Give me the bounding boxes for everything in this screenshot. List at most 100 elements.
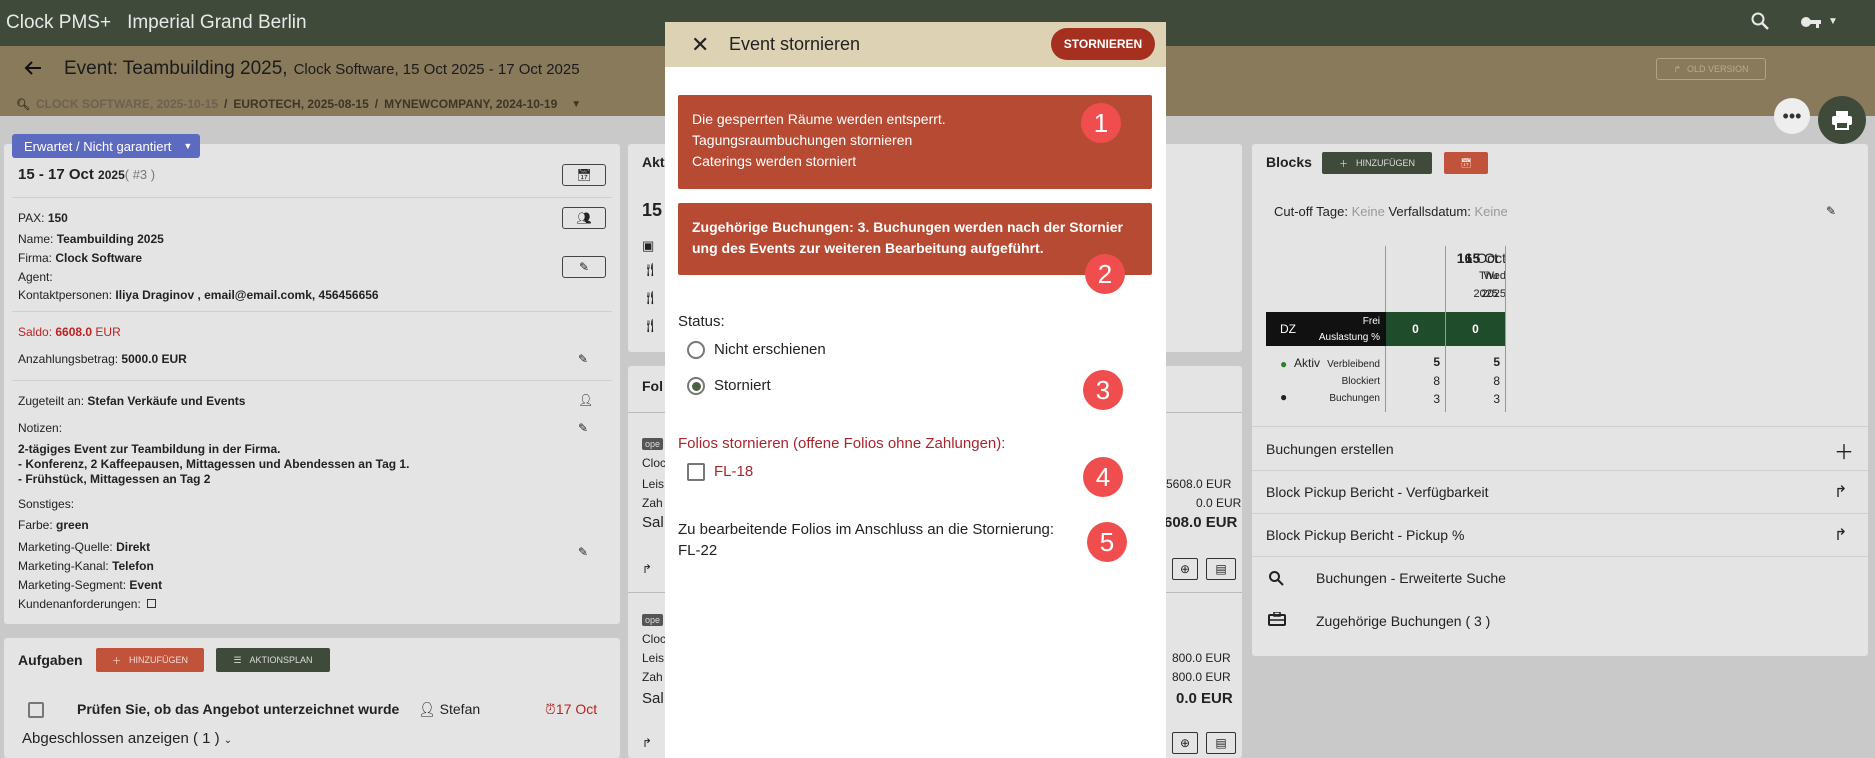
chevron-down-icon: ⌄ (223, 735, 233, 746)
step-badge: 5 (1087, 522, 1127, 562)
back-arrow-icon[interactable] (24, 56, 54, 82)
related-bookings-link[interactable]: Zugehörige Buchungen ( 3 ) (1316, 613, 1490, 629)
step-badge: 4 (1083, 457, 1123, 497)
add-circle-button[interactable]: ⊕ (1172, 732, 1198, 754)
folio-value: 0.0 EUR (1196, 496, 1242, 510)
app-name[interactable]: Clock PMS+ (6, 12, 111, 34)
action-plan-button[interactable]: ☰ AKTIONSPLAN (216, 648, 330, 672)
folio-value: 5608.0 EUR (1166, 477, 1232, 491)
print-icon (1832, 111, 1852, 130)
task-checkbox[interactable] (28, 702, 44, 718)
marketing-segment-row: Marketing-Segment: Event (18, 578, 163, 592)
day-header-2: 16 Oct Thu 2025 (1456, 250, 1498, 300)
checkbox[interactable] (147, 599, 157, 608)
person-icon: 👤︎ (418, 701, 436, 717)
calendar-button[interactable]: 📅︎ (1444, 152, 1488, 174)
pencil-icon[interactable]: ✎ (578, 421, 588, 435)
people-button[interactable]: 👥︎ (562, 207, 606, 229)
step-badge: 2 (1085, 254, 1125, 294)
more-options-button[interactable]: ••• (1774, 98, 1810, 134)
folios-after-label: Zu bearbeitende Folios im Anschluss an d… (678, 521, 1055, 538)
close-icon[interactable]: ✕ (691, 32, 721, 58)
step-badge: 1 (1081, 103, 1121, 143)
firm-row: Firma: Clock Software (18, 251, 143, 265)
contact-row: Kontaktpersonen: Iliya Draginov , email@… (18, 288, 379, 302)
dropdown-arrow-icon[interactable]: ▼ (571, 99, 581, 110)
marketing-channel-row: Marketing-Kanal: Telefon (18, 559, 154, 573)
event-dates: 15 - 17 Oct 2025( #3 ) (18, 166, 156, 183)
availability-cell[interactable]: 0 (1446, 312, 1505, 346)
folio-status-tag: ope (642, 614, 664, 626)
share-icon[interactable]: ↱ (642, 736, 652, 750)
add-circle-button[interactable]: ⊕ (1172, 558, 1198, 580)
folio-client: Cloc (642, 456, 667, 470)
cancel-event-button[interactable]: STORNIEREN (1051, 28, 1155, 60)
share-icon[interactable]: ↱ (1834, 482, 1847, 502)
cancellation-info-alert: Die gesperrten Räume werden entsperrt. T… (678, 95, 1152, 189)
search-icon (1268, 570, 1284, 589)
remaining-value: 5 (1493, 355, 1500, 369)
blocked-value: 8 (1433, 374, 1440, 388)
cutlery-icon: 🍴︎ (642, 290, 659, 305)
tasks-title: Aufgaben (18, 652, 83, 668)
chevron-down-icon: ▼ (183, 141, 193, 151)
alarm-icon: ⏰︎ (545, 701, 556, 717)
radio-cancelled[interactable] (687, 377, 705, 395)
share-icon[interactable]: ↱ (642, 562, 652, 576)
plus-icon[interactable]: ＋ (1834, 436, 1854, 465)
people-icon: 👥︎ (576, 211, 592, 225)
calendar-icon: 📅︎ (576, 168, 592, 182)
notes-label: Notizen: (18, 421, 63, 435)
breadcrumb-item[interactable]: CLOCK SOFTWARE, 2025-10-15 (36, 97, 218, 111)
color-row: Farbe: green (18, 518, 89, 532)
person-icon[interactable]: 👤︎ (578, 393, 593, 407)
share-icon[interactable]: ↱ (1834, 525, 1847, 545)
advanced-search-link[interactable]: Buchungen - Erweiterte Suche (1316, 570, 1506, 586)
dialog-title: Event stornieren (729, 34, 861, 54)
availability-cell[interactable]: 0 (1386, 312, 1445, 346)
add-task-button[interactable]: ＋ HINZUFÜGEN (96, 648, 204, 672)
blocked-value: 8 (1493, 374, 1500, 388)
create-bookings-link[interactable]: Buchungen erstellen (1266, 441, 1394, 457)
contact-icon: ▣ (642, 238, 655, 253)
folio-checkbox[interactable] (687, 463, 705, 481)
related-bookings-alert: Zugehörige Buchungen: 3. Buchungen werde… (678, 203, 1152, 275)
key-icon[interactable] (1800, 12, 1822, 37)
pencil-icon[interactable]: ✎ (578, 545, 588, 559)
pickup-availability-link[interactable]: Block Pickup Bericht - Verfügbarkeit (1266, 484, 1489, 500)
radio-cancelled-label[interactable]: Storniert (714, 377, 771, 394)
folio-value: 800.0 EUR (1172, 651, 1231, 665)
activities-title: Akt (642, 154, 665, 170)
bookings-value: 3 (1493, 392, 1500, 406)
folio-checkbox-label[interactable]: FL-18 (714, 463, 753, 480)
hotel-name[interactable]: Imperial Grand Berlin (127, 12, 307, 34)
task-due: ⏰︎17 Oct (545, 701, 598, 717)
add-block-button[interactable]: ＋ HINZUFÜGEN (1322, 152, 1432, 174)
old-version-button[interactable]: ↱ OLD VERSION (1656, 58, 1766, 80)
invoice-button[interactable]: ▤ (1206, 558, 1236, 580)
chevron-down-icon[interactable]: ▼ (1828, 16, 1838, 27)
block-stats-labels: ● Aktiv Verbleibend Blockiert ● Buchunge… (1280, 356, 1380, 404)
show-completed-link[interactable]: Abgeschlossen anzeigen ( 1 ) ⌄ (22, 730, 232, 747)
print-button[interactable] (1818, 96, 1866, 144)
breadcrumb-item[interactable]: MYNEWCOMPANY, 2024-10-19 (384, 97, 557, 111)
radio-no-show[interactable] (687, 341, 705, 359)
info-icon: ● (1280, 390, 1288, 404)
pencil-icon[interactable]: ✎ (578, 352, 588, 366)
search-icon[interactable] (1750, 11, 1770, 36)
edit-button[interactable]: ✎ (562, 256, 606, 278)
pencil-icon[interactable]: ✎ (1826, 204, 1836, 218)
list-icon: ☰ (233, 654, 242, 665)
pickup-percent-link[interactable]: Block Pickup Bericht - Pickup % (1266, 527, 1464, 543)
radio-no-show-label[interactable]: Nicht erschienen (714, 341, 826, 358)
check-circle-icon: ● (1280, 357, 1288, 371)
invoice-button[interactable]: ▤ (1206, 732, 1236, 754)
misc-label: Sonstiges: (18, 497, 75, 511)
calendar-button[interactable]: 📅︎ (562, 164, 606, 186)
activities-date: 15 (642, 200, 663, 220)
calendar-icon: 📅︎ (1460, 157, 1472, 168)
status-dropdown[interactable]: Erwartet / Nicht garantiert ▼ (12, 134, 200, 158)
notes-line: 2-tägiges Event zur Teambildung in der F… (18, 442, 281, 456)
task-title[interactable]: Prüfen Sie, ob das Angebot unterzeichnet… (77, 701, 399, 717)
breadcrumb-item[interactable]: EUROTECH, 2025-08-15 (233, 97, 368, 111)
